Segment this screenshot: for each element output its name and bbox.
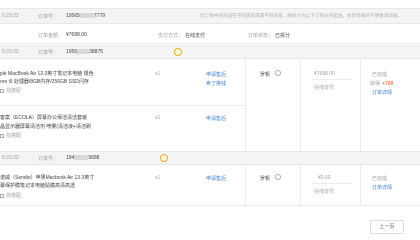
order-detail-link[interactable]: 订单详情: [372, 89, 392, 96]
sub-order-1-no-suffix: 38875: [89, 49, 104, 55]
apply-after-sale-link[interactable]: 申请售后: [206, 115, 226, 122]
find-similar-label: 找搭配: [6, 88, 22, 94]
parent-order-time: 5:29:23: [2, 13, 19, 19]
pay-method-value: 在线支付: [185, 33, 206, 39]
pay-method: 在线支付: [314, 189, 335, 195]
item-title-line2[interactable]: 幕保护膜笔记本电脑贴膜高清高透: [0, 182, 75, 189]
amount-value: ¥7688.00: [66, 32, 87, 38]
masked-digits: [79, 13, 94, 19]
status-label: 订单状态：: [248, 33, 274, 39]
order-amount: ¥0.00: [318, 175, 331, 181]
find-similar-link[interactable]: 找搭配: [0, 132, 21, 139]
sub-order-1-no-label: 订单号：: [38, 50, 59, 56]
order-status: 已完成: [372, 72, 388, 78]
column-divider: [360, 59, 361, 151]
item-title-line1[interactable]: ple MacBook Air 13.3英寸笔记本电脑 银色: [0, 70, 94, 77]
item-qty: x1: [155, 115, 161, 121]
find-similar-link[interactable]: 找搭配: [0, 87, 21, 94]
masked-digits: [74, 155, 89, 161]
order-amount: ¥7688.00: [314, 71, 335, 77]
sub-order-1-no[interactable]: 1956 38875: [66, 49, 103, 55]
prev-page-label: 上一页: [379, 224, 395, 230]
find-similar-label: 找搭配: [6, 133, 22, 139]
sell-for-cash-link[interactable]: 卖了换钱: [206, 80, 226, 87]
parent-order-no-label: 订单号：: [38, 14, 59, 20]
list-bottom-line: [0, 205, 420, 206]
status-value: 已拆分: [275, 33, 291, 39]
sub-order-2-no-label: 订单号：: [38, 156, 59, 162]
parent-order-no[interactable]: 19565 7779: [66, 13, 105, 19]
sub-order-1-no-prefix: 1956: [66, 49, 78, 55]
prev-page-button[interactable]: 上一页: [370, 220, 404, 234]
masked-digits: [77, 49, 90, 55]
points-earned: 获得 +768: [370, 80, 393, 87]
smile-icon[interactable]: [160, 154, 168, 162]
item-divider: [0, 105, 245, 106]
consignee-name[interactable]: 罗帆: [260, 175, 270, 182]
person-icon: [275, 174, 281, 180]
pay-method-label: 支付方式：: [158, 33, 184, 39]
parent-order-no-prefix: 19565: [66, 13, 80, 19]
summary-bottom-line: [0, 43, 420, 44]
item-qty: x1: [155, 71, 161, 77]
item-title-line1[interactable]: 客案（ECOLA）屏幕办公保洁清洁套装: [0, 114, 87, 121]
sub-order-2-no[interactable]: 194 9688: [66, 155, 99, 161]
points-prefix: 获得: [370, 81, 381, 87]
item-qty: x1: [155, 175, 161, 181]
tag-icon: [0, 133, 4, 138]
sub-order-2-no-prefix: 194: [66, 155, 75, 161]
column-divider: [300, 59, 301, 151]
sub-order-2-header: [0, 151, 420, 165]
sub-order-2-no-suffix: 9688: [88, 155, 100, 161]
find-similar-label: 找搭配: [6, 193, 22, 199]
item-title-line1[interactable]: 诺威（Sendio）苹果Macbook Air 13.3英寸: [0, 174, 94, 181]
find-similar-link[interactable]: 找搭配: [0, 192, 21, 199]
consignee-name[interactable]: 罗帆: [260, 71, 270, 78]
order-status: 已完成: [372, 176, 388, 182]
smile-icon[interactable]: [174, 48, 182, 56]
split-notice: 您订单中的商品在不同库房或属不同商家，故拆分为以下订单分开配送，给您带来的不便敬…: [200, 13, 403, 18]
person-icon: [275, 70, 281, 76]
item-title-line2[interactable]: ore i5 处理器/8GB内存/256GB SSD闪存: [0, 78, 89, 85]
apply-after-sale-link[interactable]: 申请售后: [206, 175, 226, 182]
sub-order-1-time: 5:29:23: [2, 49, 19, 55]
parent-order-no-suffix: 7779: [93, 13, 106, 19]
column-divider: [360, 165, 361, 205]
column-divider: [300, 165, 301, 205]
amount-label: 订单金额：: [38, 33, 64, 39]
column-divider: [245, 59, 246, 151]
sub-order-2-time: 5:29:23: [2, 155, 19, 161]
item-title-line2[interactable]: 晶显示器屏幕清洁剂 喷雾(清洁液+清洁刷: [0, 123, 91, 130]
column-divider: [245, 165, 246, 205]
points-value: +768: [382, 81, 394, 87]
tag-icon: [0, 193, 4, 198]
amount-divider: [312, 183, 352, 184]
pay-method: 在线支付: [314, 85, 335, 91]
apply-after-sale-link[interactable]: 申请售后: [206, 71, 226, 78]
order-detail-link[interactable]: 订单详情: [372, 184, 392, 191]
tag-icon: [0, 88, 4, 93]
amount-divider: [312, 79, 352, 80]
sub-order-1-header: [0, 45, 420, 59]
